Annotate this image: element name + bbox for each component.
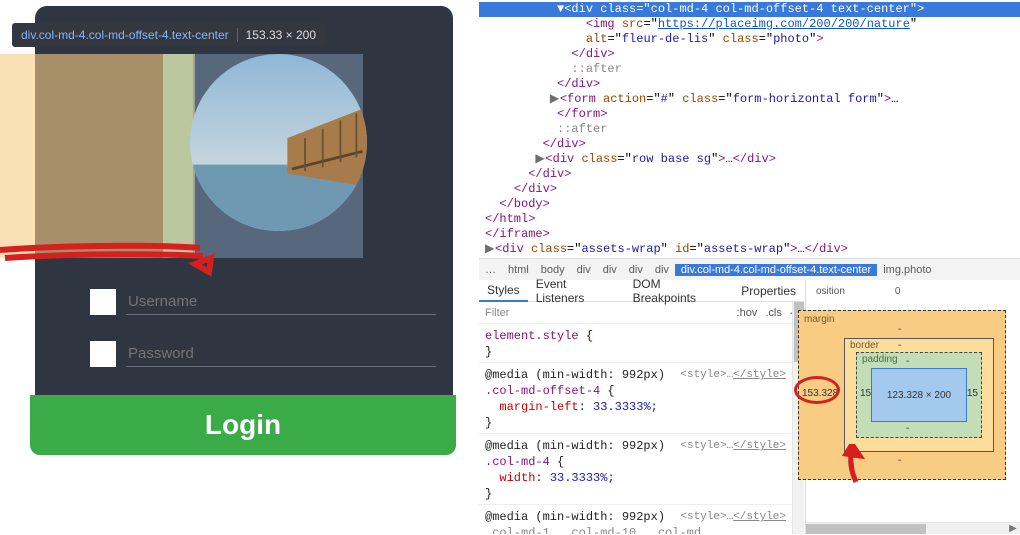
annotation-circle bbox=[794, 376, 840, 404]
hov-toggle[interactable]: :hov bbox=[737, 307, 758, 319]
dom-node[interactable]: <img src="https://placeimg.com/200/200/n… bbox=[479, 17, 1020, 32]
dom-node[interactable]: </body> bbox=[479, 197, 1020, 212]
css-rule[interactable]: <style>…</style> @media (min-width: 992p… bbox=[479, 434, 792, 505]
username-field bbox=[90, 284, 436, 320]
rule-source[interactable]: <style>…</style> bbox=[680, 438, 786, 454]
dom-node[interactable]: ::after bbox=[479, 62, 1020, 77]
dom-node[interactable]: alt="fleur-de-lis" class="photo"> bbox=[479, 32, 1020, 47]
dom-node-selected[interactable]: ▼<div class="col-md-4 col-md-offset-4 te… bbox=[479, 2, 1020, 17]
computed-position: osition 0 bbox=[806, 280, 1020, 299]
inspect-tooltip: div.col-md-4.col-md-offset-4.text-center… bbox=[12, 23, 325, 47]
password-icon bbox=[90, 341, 116, 367]
dom-node[interactable]: ::after bbox=[479, 122, 1020, 137]
dom-node[interactable]: </div> bbox=[479, 182, 1020, 197]
filter-input[interactable]: Filter bbox=[485, 307, 733, 319]
profile-photo bbox=[190, 54, 367, 231]
username-input[interactable] bbox=[126, 289, 436, 315]
styles-tabs: Styles Event Listeners DOM Breakpoints P… bbox=[479, 280, 804, 302]
login-card: div.col-md-4.col-md-offset-4.text-center… bbox=[35, 6, 453, 454]
tab-styles[interactable]: Styles bbox=[479, 280, 528, 302]
annotation-scribble bbox=[0, 238, 235, 278]
scrollbar-thumb[interactable] bbox=[806, 524, 926, 534]
styles-rules[interactable]: element.style { } <style>…</style> @medi… bbox=[479, 324, 792, 534]
tab-properties[interactable]: Properties bbox=[733, 281, 804, 301]
dom-node[interactable]: </div> bbox=[479, 137, 1020, 152]
css-rule[interactable]: element.style { } bbox=[479, 324, 792, 363]
password-field bbox=[90, 336, 436, 372]
css-rule[interactable]: <style>…</style> @media (min-width: 992p… bbox=[479, 505, 792, 534]
tooltip-dimensions: 153.33 × 200 bbox=[246, 28, 316, 42]
box-model-scrollbar[interactable]: ▶ bbox=[806, 522, 1020, 534]
login-button[interactable]: Login bbox=[30, 395, 456, 455]
tooltip-separator bbox=[237, 28, 238, 42]
rendered-preview: div.col-md-4.col-md-offset-4.text-center… bbox=[0, 0, 470, 534]
dom-node[interactable]: </div> bbox=[479, 77, 1020, 92]
tooltip-selector: div.col-md-4.col-md-offset-4.text-center bbox=[21, 28, 229, 42]
dom-node[interactable]: ▶<div class="row base sg">…</div> bbox=[479, 152, 1020, 167]
css-rule[interactable]: <style>…</style> @media (min-width: 992p… bbox=[479, 363, 792, 434]
scroll-right-icon[interactable]: ▶ bbox=[1006, 523, 1020, 535]
dom-node[interactable]: </div> bbox=[479, 47, 1020, 62]
crumb-ellipsis[interactable]: … bbox=[479, 264, 502, 276]
rule-source[interactable]: <style>…</style> bbox=[680, 509, 786, 525]
box-content[interactable]: 123.328 × 200 bbox=[871, 368, 967, 422]
inspect-highlight-padding bbox=[163, 54, 193, 258]
elements-panel[interactable]: ▼<div class="col-md-4 col-md-offset-4 te… bbox=[479, 0, 1020, 256]
dom-node[interactable]: </div> bbox=[479, 167, 1020, 182]
dom-node[interactable]: ▶<div class="assets-wrap" id="assets-wra… bbox=[479, 242, 1020, 256]
crumb-item[interactable]: img.photo bbox=[877, 264, 937, 276]
dom-node[interactable]: </form> bbox=[479, 107, 1020, 122]
dom-node[interactable]: </html> bbox=[479, 212, 1020, 227]
devtools: ▼<div class="col-md-4 col-md-offset-4 te… bbox=[479, 0, 1020, 534]
annotation-arrow bbox=[840, 444, 870, 484]
username-icon bbox=[90, 289, 116, 315]
styles-filter-row: Filter :hov .cls + bbox=[479, 302, 804, 324]
box-model-panel: osition 0 123.328 × 200 margin border pa… bbox=[805, 280, 1020, 534]
dom-node[interactable]: </iframe> bbox=[479, 227, 1020, 242]
dom-node[interactable]: ▶<form action="#" class="form-horizontal… bbox=[479, 92, 1020, 107]
cls-toggle[interactable]: .cls bbox=[765, 307, 782, 319]
rule-source[interactable]: <style>…</style> bbox=[680, 367, 786, 383]
password-input[interactable] bbox=[126, 341, 436, 367]
